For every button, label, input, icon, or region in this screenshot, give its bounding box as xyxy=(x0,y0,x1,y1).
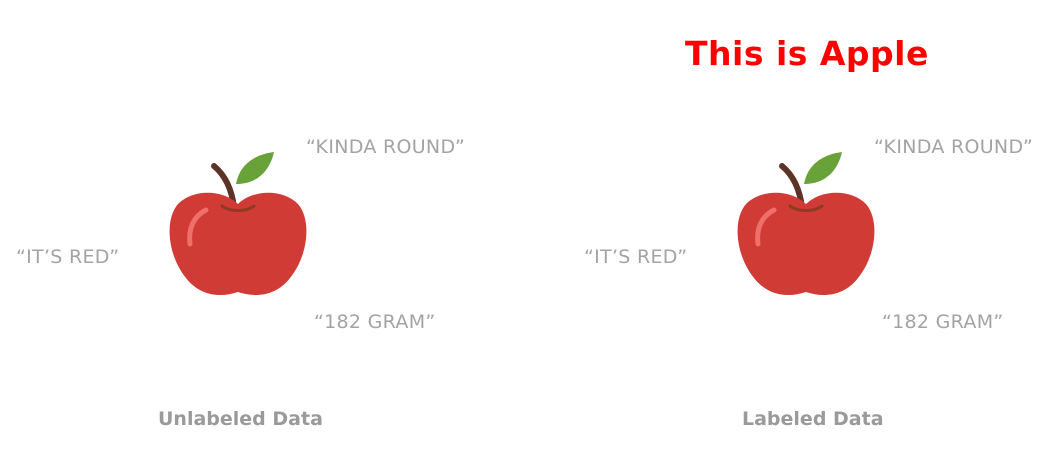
attribute-its-red: “IT’S RED” xyxy=(16,246,120,268)
attribute-182-gram: “182 GRAM” xyxy=(314,311,436,333)
apple-icon xyxy=(737,152,875,296)
labeled-data-panel: “KINDA ROUND” “IT’S RED” “182 GRAM” Labe… xyxy=(568,0,1056,466)
leaf-icon xyxy=(804,152,842,184)
caption-unlabeled-data: Unlabeled Data xyxy=(158,408,323,430)
attribute-182-gram: “182 GRAM” xyxy=(882,311,1004,333)
attribute-its-red: “IT’S RED” xyxy=(584,246,688,268)
leaf-icon xyxy=(236,152,274,184)
attribute-kinda-round: “KINDA ROUND” xyxy=(874,136,1034,158)
caption-labeled-data: Labeled Data xyxy=(742,408,884,430)
attribute-kinda-round: “KINDA ROUND” xyxy=(306,136,466,158)
unlabeled-data-panel: “KINDA ROUND” “IT’S RED” “182 GRAM” Unla… xyxy=(0,0,528,466)
apple-icon xyxy=(169,152,307,296)
